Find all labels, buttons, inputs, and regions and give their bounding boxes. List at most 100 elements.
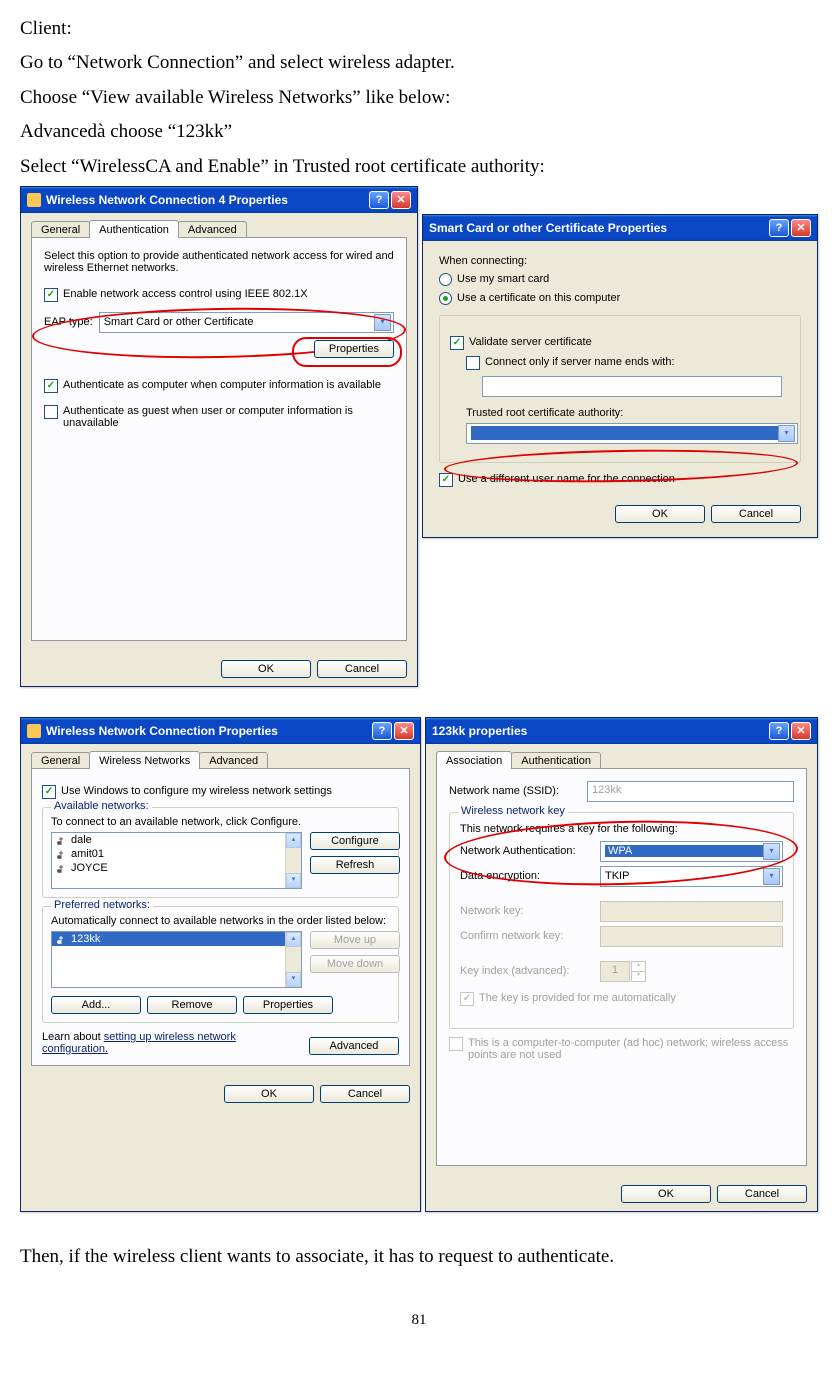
ok-button[interactable]: OK <box>221 660 311 678</box>
scrollbar[interactable]: ▴▾ <box>285 833 301 888</box>
tabs: General Authentication Advanced <box>31 221 407 238</box>
checkbox-use-windows-config[interactable]: ✓ Use Windows to configure my wireless n… <box>42 785 399 799</box>
checkbox-icon: ✓ <box>450 336 464 350</box>
ssid-label: Network name (SSID): <box>449 785 579 797</box>
fieldset-wireless-network-key: Wireless network key This network requir… <box>449 812 794 1029</box>
checkbox-enable-8021x[interactable]: ✓ Enable network access control using IE… <box>44 288 394 302</box>
tab-advanced[interactable]: Advanced <box>199 752 268 769</box>
scrollbar[interactable]: ▴▾ <box>285 932 301 987</box>
radio-label: Use my smart card <box>457 273 549 285</box>
available-desc: To connect to an available network, clic… <box>51 816 390 828</box>
tab-association[interactable]: Association <box>436 751 512 769</box>
confirm-key-input <box>600 926 783 947</box>
checkbox-label: Use a different user name for the connec… <box>458 473 675 485</box>
titlebar: 123kk properties ? ✕ <box>426 718 817 744</box>
cancel-button[interactable]: Cancel <box>317 660 407 678</box>
checkbox-icon: ✓ <box>42 785 56 799</box>
document-paragraph: Then, if the wireless client wants to as… <box>20 1242 818 1272</box>
refresh-button[interactable]: Refresh <box>310 856 400 874</box>
data-encryption-label: Data encryption: <box>460 870 600 882</box>
eap-type-dropdown[interactable]: Smart Card or other Certificate ▾ <box>99 312 394 333</box>
help-icon[interactable]: ? <box>372 722 392 740</box>
tab-advanced[interactable]: Advanced <box>178 221 247 238</box>
checkbox-auth-as-computer[interactable]: ✓ Authenticate as computer when computer… <box>44 379 394 393</box>
ok-button[interactable]: OK <box>621 1185 711 1203</box>
net-auth-dropdown[interactable]: WPA ▾ <box>600 841 783 862</box>
help-icon[interactable]: ? <box>769 219 789 237</box>
window-title: 123kk properties <box>432 724 527 738</box>
document-paragraph: Choose “View available Wireless Networks… <box>20 83 818 113</box>
spinner-down-icon: ▾ <box>631 972 646 982</box>
description-text: Select this option to provide authentica… <box>44 250 394 274</box>
preferred-networks-list[interactable]: 123kk ▴▾ <box>51 931 302 988</box>
checkbox-label: Authenticate as guest when user or compu… <box>63 405 394 429</box>
trusted-root-dropdown[interactable]: ▾ <box>466 423 798 444</box>
close-icon[interactable]: ✕ <box>394 722 414 740</box>
list-item[interactable]: dale <box>52 833 301 847</box>
available-networks-list[interactable]: dale amit01 JOYCE ▴▾ <box>51 832 302 889</box>
scroll-down-icon[interactable]: ▾ <box>286 972 301 987</box>
checkbox-validate-cert[interactable]: ✓ Validate server certificate <box>450 336 790 350</box>
chevron-down-icon: ▾ <box>778 425 795 442</box>
checkbox-connect-only-if[interactable]: Connect only if server name ends with: <box>466 356 790 370</box>
close-icon[interactable]: ✕ <box>791 722 811 740</box>
dropdown-value <box>471 426 778 440</box>
advanced-button[interactable]: Advanced <box>309 1037 399 1055</box>
window-title: Smart Card or other Certificate Properti… <box>429 221 667 235</box>
move-down-button[interactable]: Move down <box>310 955 400 973</box>
key-index-label: Key index (advanced): <box>460 965 600 977</box>
properties-button[interactable]: Properties <box>243 996 333 1014</box>
data-encryption-dropdown[interactable]: TKIP ▾ <box>600 866 783 887</box>
tab-authentication[interactable]: Authentication <box>511 752 601 769</box>
figure-row-2: Wireless Network Connection Properties ?… <box>20 717 818 1212</box>
ok-button[interactable]: OK <box>615 505 705 523</box>
when-connecting-label: When connecting: <box>439 255 801 267</box>
radio-smart-card[interactable]: Use my smart card <box>439 273 801 286</box>
help-icon[interactable]: ? <box>769 722 789 740</box>
checkbox-auth-as-guest[interactable]: Authenticate as guest when user or compu… <box>44 405 394 429</box>
window-icon <box>27 724 41 738</box>
fieldset-legend: Wireless network key <box>458 805 568 817</box>
checkbox-key-auto: ✓ The key is provided for me automatical… <box>460 992 783 1006</box>
list-item[interactable]: 123kk <box>52 932 301 946</box>
fieldset-available-networks: Available networks: To connect to an ava… <box>42 807 399 898</box>
titlebar: Wireless Network Connection 4 Properties… <box>21 187 417 213</box>
checkbox-icon <box>449 1037 463 1051</box>
cancel-button[interactable]: Cancel <box>711 505 801 523</box>
tab-authentication[interactable]: Authentication <box>89 220 179 238</box>
help-icon[interactable]: ? <box>369 191 389 209</box>
network-key-label: Network key: <box>460 905 600 917</box>
scroll-down-icon[interactable]: ▾ <box>286 873 301 888</box>
tab-wireless-networks[interactable]: Wireless Networks <box>89 751 200 769</box>
radio-label: Use a certificate on this computer <box>457 292 620 304</box>
ok-button[interactable]: OK <box>224 1085 314 1103</box>
tabs: Association Authentication <box>436 752 807 769</box>
ssid-input[interactable]: 123kk <box>587 781 794 802</box>
list-item[interactable]: amit01 <box>52 847 301 861</box>
checkbox-label: Authenticate as computer when computer i… <box>63 379 381 391</box>
scroll-up-icon[interactable]: ▴ <box>286 932 301 947</box>
trusted-root-label: Trusted root certificate authority: <box>466 407 790 419</box>
titlebar: Wireless Network Connection Properties ?… <box>21 718 420 744</box>
radio-certificate[interactable]: Use a certificate on this computer <box>439 292 801 305</box>
scroll-up-icon[interactable]: ▴ <box>286 833 301 848</box>
add-button[interactable]: Add... <box>51 996 141 1014</box>
server-name-input[interactable] <box>482 376 782 397</box>
cancel-button[interactable]: Cancel <box>320 1085 410 1103</box>
move-up-button[interactable]: Move up <box>310 931 400 949</box>
remove-button[interactable]: Remove <box>147 996 237 1014</box>
close-icon[interactable]: ✕ <box>391 191 411 209</box>
tab-general[interactable]: General <box>31 752 90 769</box>
configure-button[interactable]: Configure <box>310 832 400 850</box>
radio-icon <box>439 292 452 305</box>
document-paragraph: Advancedà choose “123kk” <box>20 117 818 147</box>
cancel-button[interactable]: Cancel <box>717 1185 807 1203</box>
close-icon[interactable]: ✕ <box>791 219 811 237</box>
checkbox-different-username[interactable]: ✓ Use a different user name for the conn… <box>439 473 801 487</box>
key-index-spinner: 1 <box>600 961 630 982</box>
confirm-key-label: Confirm network key: <box>460 930 600 942</box>
tab-general[interactable]: General <box>31 221 90 238</box>
properties-button[interactable]: Properties <box>314 340 394 358</box>
list-item[interactable]: JOYCE <box>52 861 301 875</box>
document-paragraph: Client: <box>20 14 818 44</box>
